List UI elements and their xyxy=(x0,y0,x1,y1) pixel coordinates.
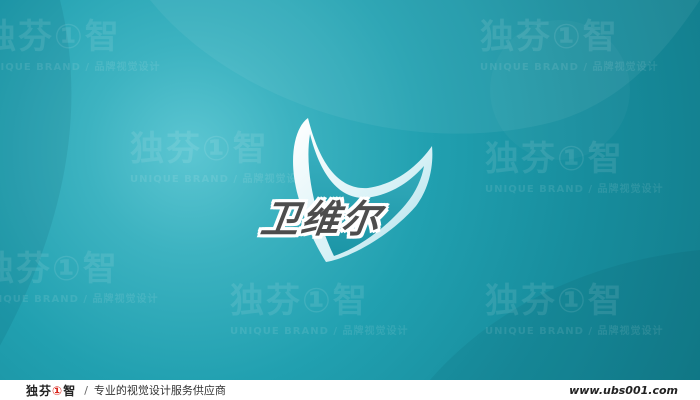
footer-brand-suffix: 智 xyxy=(63,383,77,398)
footer-tagline: 专业的视觉设计服务供应商 xyxy=(93,384,226,397)
footer-bar: 独芬①智 / 专业的视觉设计服务供应商 www.ubs001.com xyxy=(0,380,700,400)
footer-brand-accent: ① xyxy=(52,383,64,398)
brand-logo: 卫维尔 xyxy=(250,110,450,270)
logo-wordmark: 卫维尔 xyxy=(258,197,385,241)
footer-brand-logo: 独芬①智 xyxy=(26,382,76,399)
footer-brand-prefix: 独芬 xyxy=(26,383,53,398)
footer-website-link[interactable]: www.ubs001.com xyxy=(569,384,678,397)
footer-separator: / xyxy=(84,383,88,397)
canvas: 独芬①智 UNIQUE BRAND / 品牌视觉设计 独芬①智 UNIQUE B… xyxy=(0,0,700,400)
